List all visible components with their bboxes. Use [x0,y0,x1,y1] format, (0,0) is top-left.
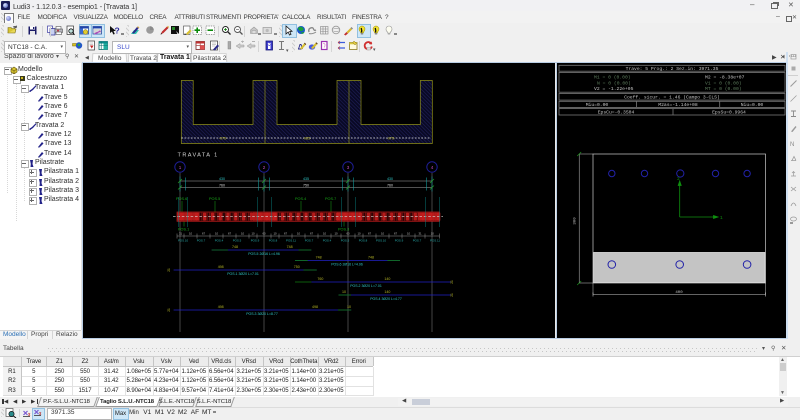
svg-text:EpsCu=-0.3504: EpsCu=-0.3504 [598,110,635,116]
svg-text:POS.10: POS.10 [376,239,387,243]
svg-text:760: 760 [219,184,225,188]
svg-text:498: 498 [218,265,224,269]
svg-text:748: 748 [287,245,293,249]
svg-text:21: 21 [450,280,454,284]
svg-text:POS.5 2Ø16 L=4.96: POS.5 2Ø16 L=4.96 [248,252,280,256]
svg-text:3: 3 [347,165,350,170]
svg-text:M1 = 0 (0.00): M1 = 0 (0.00) [594,75,631,81]
svg-text:140: 140 [384,277,390,281]
svg-text:POS.7: POS.7 [325,197,336,201]
svg-text:498: 498 [312,305,318,309]
svg-text:POS.5: POS.5 [209,197,220,201]
svg-text:430: 430 [387,177,393,181]
svg-text:POS.9: POS.9 [395,239,404,243]
svg-text:POS.4: POS.4 [215,239,224,243]
svg-text:10: 10 [334,232,338,236]
svg-text:750: 750 [294,265,300,269]
svg-text:10: 10 [407,232,411,236]
svg-text:10: 10 [297,232,301,236]
svg-text:POS.9: POS.9 [251,239,260,243]
svg-text:-975-: -975- [387,137,396,141]
svg-text:POS.4: POS.4 [323,239,332,243]
svg-text:10: 10 [251,232,255,236]
svg-text:10: 10 [323,232,327,236]
svg-text:21: 21 [167,268,171,272]
svg-text:POS.5: POS.5 [233,239,242,243]
svg-text:POS.7: POS.7 [305,239,314,243]
svg-text:10: 10 [357,232,361,236]
svg-text:POS.6 2Ø16 L=4.96: POS.6 2Ø16 L=4.96 [331,262,363,266]
svg-text:748: 748 [232,245,238,249]
svg-text:748: 748 [368,256,374,260]
svg-text:300: 300 [574,217,578,225]
svg-text:60: 60 [262,232,266,236]
svg-text:430: 430 [219,177,225,181]
svg-text:POS.8: POS.8 [269,239,278,243]
svg-text:60: 60 [346,232,350,236]
svg-text:POS.6: POS.6 [176,197,187,201]
svg-text:M2 = -8.38e+07: M2 = -8.38e+07 [705,75,745,81]
svg-text:?: ? [114,26,119,36]
svg-text:67: 67 [284,232,288,236]
svg-text:21: 21 [450,293,454,297]
svg-text:760: 760 [317,277,323,281]
svg-text:N: N [790,142,794,148]
svg-text:31: 31 [179,232,183,236]
svg-text:POS.10: POS.10 [178,239,189,243]
svg-text:400: 400 [675,291,683,295]
svg-text:POS.3 3Ø20 L=8.77: POS.3 3Ø20 L=8.77 [246,312,278,316]
svg-text:POS.7: POS.7 [197,239,206,243]
svg-text:POS.2 3Ø20 L=7.01: POS.2 3Ø20 L=7.01 [350,284,382,288]
svg-text:67: 67 [228,232,232,236]
svg-text:EpsSu=0.9964: EpsSu=0.9964 [712,110,746,116]
svg-text:Niu=0.00: Niu=0.00 [741,102,764,108]
svg-text:21: 21 [167,308,171,312]
svg-text:Coeff. sicur. = 1.46 (Campo 3-: Coeff. sicur. = 1.46 (Campo 3-CLS) [624,95,720,101]
svg-text:750: 750 [303,184,309,188]
svg-text:10: 10 [241,232,245,236]
svg-text:67: 67 [394,232,398,236]
svg-text:TRAVATA 1: TRAVATA 1 [178,153,219,159]
svg-text:748: 748 [316,256,322,260]
svg-text:MT = 0 (0.00): MT = 0 (0.00) [705,86,742,92]
svg-text:10: 10 [347,305,351,309]
svg-text:POS.8: POS.8 [359,239,368,243]
svg-text:Miu=0.00: Miu=0.00 [586,102,609,108]
svg-text:POS.1 3Ø20 L=7.01: POS.1 3Ø20 L=7.01 [227,272,259,276]
svg-text:10: 10 [342,290,346,294]
svg-text:10: 10 [431,232,435,236]
svg-text:V2 = -1.22e+05: V2 = -1.22e+05 [594,86,634,92]
svg-text:140: 140 [384,290,390,294]
svg-text:-975-: -975- [219,137,228,141]
svg-text:760: 760 [387,184,393,188]
svg-text:POS.4: POS.4 [295,197,306,201]
svg-text:31: 31 [418,232,422,236]
svg-text:1: 1 [179,165,182,170]
svg-text:67: 67 [310,232,314,236]
svg-text:POS.4 3Ø20 L=4.77: POS.4 3Ø20 L=4.77 [370,297,402,301]
svg-text:N = 0 (0.00): N = 0 (0.00) [597,80,631,86]
svg-text:10: 10 [381,232,385,236]
svg-text:1: 1 [720,215,723,221]
svg-text:498: 498 [218,305,224,309]
svg-text:10: 10 [189,232,193,236]
svg-text:POS.7: POS.7 [413,239,422,243]
svg-text:M2as=-1.14e+08: M2as=-1.14e+08 [658,102,698,108]
svg-text:10: 10 [215,232,219,236]
svg-text:67: 67 [368,232,372,236]
svg-text:POS.11: POS.11 [430,239,440,243]
svg-text:-985-: -985- [303,137,312,141]
svg-text:67: 67 [202,232,206,236]
svg-text:POS.11: POS.11 [286,239,296,243]
svg-text:2: 2 [263,165,266,170]
svg-text:V1 = 0 (0.00): V1 = 0 (0.00) [705,80,742,86]
svg-text:POS.5: POS.5 [341,239,350,243]
svg-text:2: 2 [677,176,680,182]
svg-text:Trave: 5 Prog.: 2 Sez.in: 39: Trave: 5 Prog.: 2 Sez.in: 3971.35 [626,66,719,72]
svg-text:10: 10 [273,232,277,236]
svg-text:435: 435 [303,177,309,181]
svg-text:4: 4 [431,165,434,170]
